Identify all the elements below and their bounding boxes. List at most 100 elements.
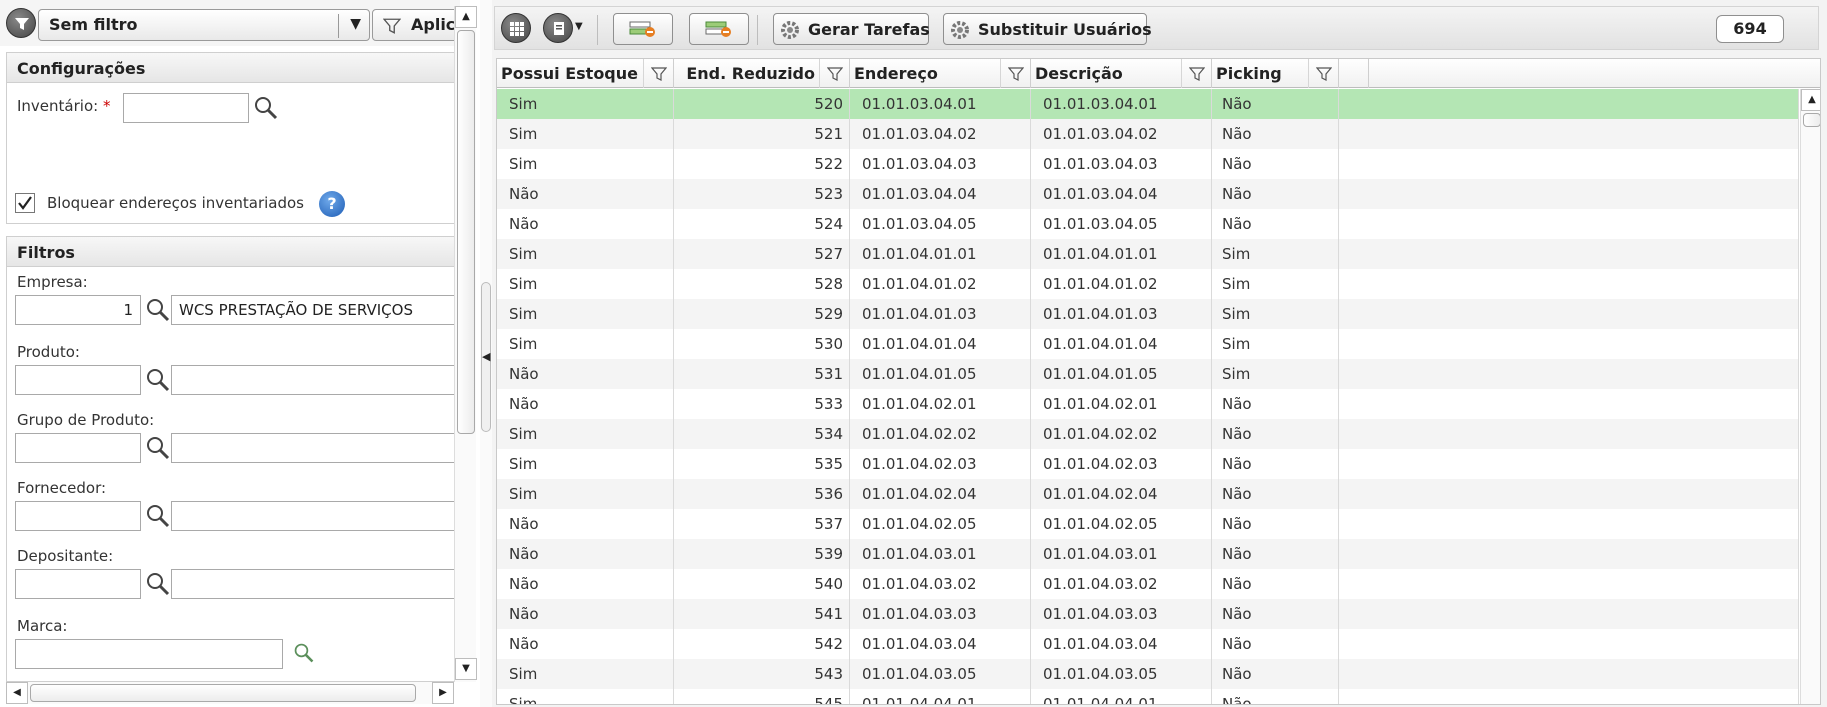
table-row[interactable]: Sim 536 01.01.04.02.04 01.01.04.02.04 Não (497, 479, 1799, 509)
col-header-label: Possui Estoque (501, 64, 638, 83)
table-row[interactable]: Sim 522 01.01.03.04.03 01.01.03.04.03 Não (497, 149, 1799, 179)
panel-splitter[interactable]: ◀ (480, 0, 492, 707)
scroll-down-icon[interactable]: ▼ (455, 658, 477, 680)
bloquear-checkbox[interactable] (15, 193, 35, 213)
rows-remove-icon (629, 21, 655, 37)
table-cell: 539 (674, 539, 850, 569)
search-icon[interactable] (145, 367, 171, 393)
scroll-up-icon[interactable]: ▲ (455, 6, 477, 28)
col-filter-end-reduzido[interactable] (819, 59, 849, 88)
substituir-usuarios-button[interactable]: Substituir Usuários (943, 13, 1152, 45)
inventario-label-text: Inventário: (17, 97, 99, 115)
table-row[interactable]: Sim 527 01.01.04.01.01 01.01.04.01.01 Sim (497, 239, 1799, 269)
search-icon[interactable] (145, 571, 171, 597)
chevron-down-icon: ▼ (350, 16, 361, 32)
table-row[interactable]: Sim 530 01.01.04.01.04 01.01.04.01.04 Sim (497, 329, 1799, 359)
search-icon[interactable] (145, 435, 171, 461)
grid-vertical-scrollbar[interactable]: ▲ (1800, 89, 1820, 704)
rows-minus-icon (705, 21, 731, 37)
table-row[interactable]: Não 523 01.01.03.04.04 01.01.03.04.04 Não (497, 179, 1799, 209)
table-row[interactable]: Sim 521 01.01.03.04.02 01.01.03.04.02 Não (497, 119, 1799, 149)
filter-icon (1189, 67, 1205, 81)
scroll-left-icon[interactable]: ◀ (6, 682, 28, 704)
gerar-tarefas-label: Gerar Tarefas (808, 20, 930, 39)
remove-rows-button[interactable] (613, 13, 673, 45)
table-row[interactable]: Sim 545 01.01.04.04.01 01.01.04.04.01 Não (497, 689, 1799, 704)
table-cell: Não (1212, 149, 1339, 179)
fornecedor-code-input[interactable] (15, 501, 141, 531)
table-cell: 01.01.04.02.03 (850, 449, 1031, 479)
scroll-up-icon[interactable]: ▲ (1801, 89, 1820, 111)
table-row[interactable]: Sim 529 01.01.04.01.03 01.01.04.01.03 Sim (497, 299, 1799, 329)
table-row[interactable]: Não 533 01.01.04.02.01 01.01.04.02.01 Não (497, 389, 1799, 419)
table-cell: Sim (497, 149, 674, 179)
export-button[interactable] (543, 13, 573, 43)
table-row[interactable]: Não 537 01.01.04.02.05 01.01.04.02.05 Não (497, 509, 1799, 539)
table-cell: 01.01.03.04.04 (850, 179, 1031, 209)
inventario-input[interactable] (123, 93, 249, 123)
apply-filter-button[interactable]: Aplic (372, 9, 460, 41)
table-row[interactable]: Não 531 01.01.04.01.05 01.01.04.01.05 Sim (497, 359, 1799, 389)
table-row[interactable]: Não 540 01.01.04.03.02 01.01.04.03.02 Não (497, 569, 1799, 599)
marca-input[interactable] (15, 639, 283, 669)
filter-select[interactable]: Sem filtro ▼ (38, 9, 370, 41)
help-icon[interactable]: ? (319, 191, 345, 217)
search-icon[interactable] (145, 503, 171, 529)
table-row[interactable]: Não 541 01.01.04.03.03 01.01.04.03.03 Não (497, 599, 1799, 629)
scroll-thumb[interactable] (457, 30, 475, 434)
grid-view-button[interactable] (501, 13, 531, 43)
table-cell (1339, 629, 1799, 659)
table-row[interactable]: Sim 520 01.01.03.04.01 01.01.03.04.01 Não (497, 89, 1799, 119)
table-cell: Não (497, 569, 674, 599)
scroll-thumb[interactable] (1803, 113, 1820, 127)
table-cell: 01.01.04.03.01 (1031, 539, 1212, 569)
table-row[interactable]: Não 524 01.01.03.04.05 01.01.03.04.05 Não (497, 209, 1799, 239)
scroll-thumb[interactable] (30, 684, 416, 702)
table-cell: 01.01.04.02.01 (1031, 389, 1212, 419)
table-row[interactable]: Não 542 01.01.04.03.04 01.01.04.03.04 Não (497, 629, 1799, 659)
toolbar-separator (597, 15, 598, 45)
collapse-left-icon[interactable]: ◀ (482, 350, 490, 363)
search-icon[interactable] (293, 642, 315, 664)
filter-menu-button[interactable] (6, 8, 36, 38)
scroll-right-icon[interactable]: ▶ (432, 682, 454, 704)
config-section: Configurações Inventário: * Bloquear end… (6, 52, 456, 224)
table-cell: 01.01.03.04.02 (850, 119, 1031, 149)
filter-bar: Sem filtro ▼ Aplic (0, 0, 460, 46)
table-row[interactable]: Sim 528 01.01.04.01.02 01.01.04.01.02 Sim (497, 269, 1799, 299)
table-row[interactable]: Sim 543 01.01.04.03.05 01.01.04.03.05 Não (497, 659, 1799, 689)
gerar-tarefas-button[interactable]: Gerar Tarefas (773, 13, 930, 45)
grid-body: Sim 520 01.01.03.04.01 01.01.03.04.01 Não Sim… (497, 89, 1799, 704)
table-cell: 543 (674, 659, 850, 689)
table-cell: 01.01.04.01.02 (850, 269, 1031, 299)
select-separator (338, 14, 339, 38)
col-filter-picking[interactable] (1308, 59, 1338, 88)
grid-toolbar: ▼ Gerar Tarefas Substituir Usuários 694 (494, 6, 1819, 50)
chevron-down-icon[interactable]: ▼ (575, 21, 583, 32)
table-cell: 545 (674, 689, 850, 704)
search-icon[interactable] (145, 297, 171, 323)
depositante-code-input[interactable] (15, 569, 141, 599)
col-filter-endereco[interactable] (1000, 59, 1030, 88)
left-vertical-scrollbar[interactable]: ▲ ▼ (454, 6, 477, 682)
produto-name-field (171, 365, 461, 395)
col-filter-descricao[interactable] (1181, 59, 1211, 88)
table-row[interactable]: Sim 534 01.01.04.02.02 01.01.04.02.02 Não (497, 419, 1799, 449)
table-cell (1339, 119, 1799, 149)
table-cell: 01.01.04.02.02 (1031, 419, 1212, 449)
filters-title: Filtros (7, 237, 455, 267)
bloquear-label: Bloquear endereços inventariados (47, 194, 304, 212)
remove-columns-button[interactable] (689, 13, 749, 45)
table-cell: 528 (674, 269, 850, 299)
table-row[interactable]: Não 539 01.01.04.03.01 01.01.04.03.01 Não (497, 539, 1799, 569)
table-row[interactable]: Sim 535 01.01.04.02.03 01.01.04.02.03 Não (497, 449, 1799, 479)
table-cell: 01.01.04.03.03 (850, 599, 1031, 629)
produto-code-input[interactable] (15, 365, 141, 395)
col-filter-possui-estoque[interactable] (643, 59, 673, 88)
empresa-code-input[interactable]: 1 (15, 295, 141, 325)
produto-label: Produto: (17, 343, 80, 361)
search-icon[interactable] (253, 95, 279, 121)
col-header-extra (1339, 59, 1369, 88)
grupo-produto-code-input[interactable] (15, 433, 141, 463)
left-horizontal-scrollbar[interactable]: ◀ ▶ (6, 682, 454, 704)
